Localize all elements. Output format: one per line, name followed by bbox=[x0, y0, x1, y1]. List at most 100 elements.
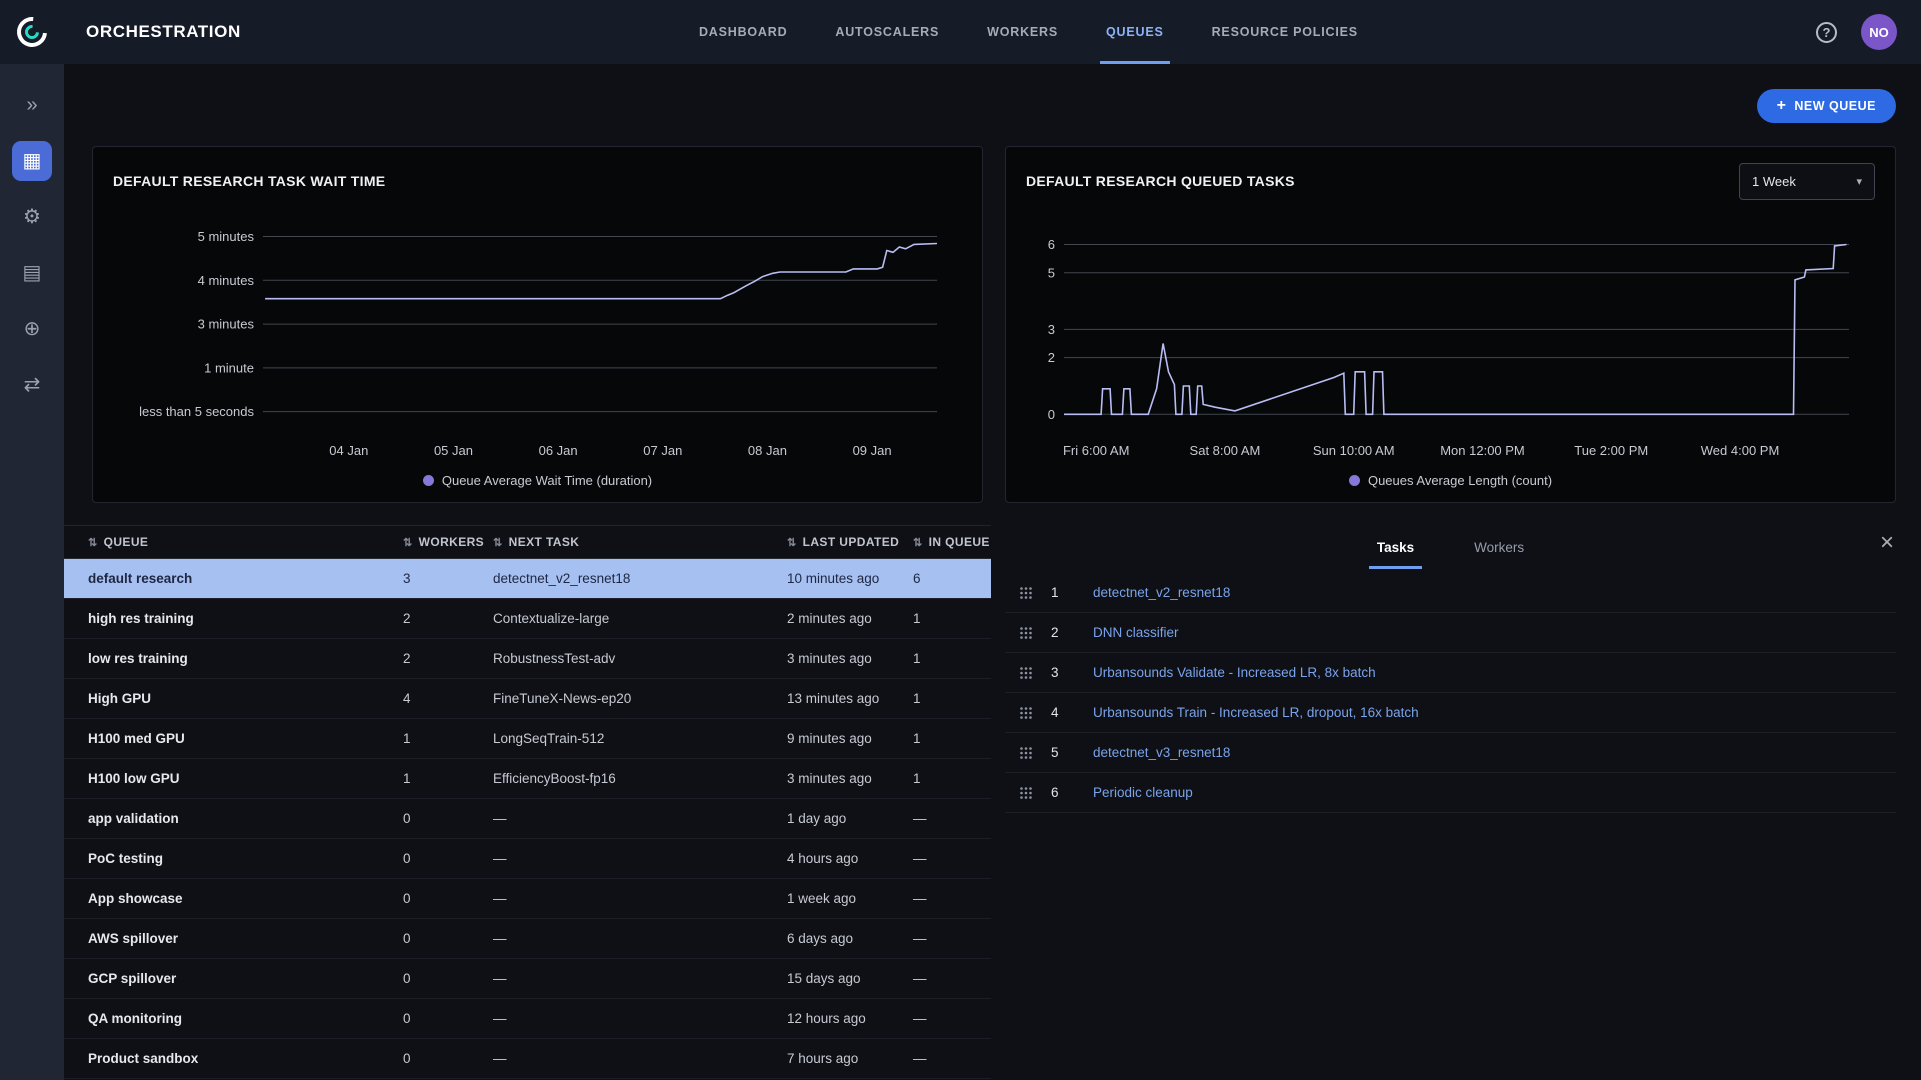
queue-row[interactable]: GCP spillover0—15 days ago— bbox=[64, 959, 991, 999]
queue-row[interactable]: app validation0—1 day ago— bbox=[64, 799, 991, 839]
task-number: 5 bbox=[1051, 745, 1073, 760]
datasets-icon: ▤ bbox=[23, 263, 42, 283]
sort-icon: ⇅ bbox=[493, 536, 503, 549]
queue-in-queue: — bbox=[907, 851, 991, 866]
queue-workers: 0 bbox=[397, 851, 487, 866]
queues-icon: ▦ bbox=[23, 151, 42, 171]
svg-text:Sat 8:00 AM: Sat 8:00 AM bbox=[1190, 443, 1261, 458]
svg-text:Wed 4:00 PM: Wed 4:00 PM bbox=[1701, 443, 1780, 458]
column-header-in-queue[interactable]: ⇅ IN QUEUE bbox=[907, 535, 991, 549]
queue-in-queue: 6 bbox=[907, 571, 991, 586]
queue-name: low res training bbox=[64, 651, 397, 666]
sidebar-item-deployments[interactable]: ⊕ bbox=[9, 306, 55, 352]
queue-in-queue: 1 bbox=[907, 731, 991, 746]
queue-next-task: detectnet_v2_resnet18 bbox=[487, 571, 781, 586]
column-header-next-task[interactable]: ⇅ NEXT TASK bbox=[487, 535, 781, 549]
help-icon[interactable]: ? bbox=[1816, 22, 1837, 43]
column-label-queue: QUEUE bbox=[104, 535, 149, 549]
time-range-select[interactable]: 1 Week ▾ bbox=[1739, 163, 1875, 200]
queue-row[interactable]: Product sandbox0—7 hours ago— bbox=[64, 1039, 991, 1079]
queue-last-updated: 3 minutes ago bbox=[781, 651, 907, 666]
queue-name: app validation bbox=[64, 811, 397, 826]
plus-icon: + bbox=[1777, 97, 1787, 115]
queue-next-task: LongSeqTrain-512 bbox=[487, 731, 781, 746]
queued-tasks-legend: Queues Average Length (count) bbox=[1026, 473, 1875, 488]
column-header-last-updated[interactable]: ⇅ LAST UPDATED bbox=[781, 535, 907, 549]
queue-next-task: — bbox=[487, 931, 781, 946]
deployments-icon: ⊕ bbox=[24, 319, 41, 339]
drag-handle-icon[interactable] bbox=[1019, 746, 1033, 760]
tab-workers[interactable]: Workers bbox=[1466, 525, 1532, 569]
queue-name: default research bbox=[64, 571, 397, 586]
task-number: 1 bbox=[1051, 585, 1073, 600]
pipelines-icon: ⇄ bbox=[24, 375, 41, 395]
column-label-last-updated: LAST UPDATED bbox=[803, 535, 900, 549]
task-link[interactable]: DNN classifier bbox=[1093, 625, 1179, 640]
drag-handle-icon[interactable] bbox=[1019, 666, 1033, 680]
queue-row[interactable]: H100 low GPU1EfficiencyBoost-fp163 minut… bbox=[64, 759, 991, 799]
svg-text:3 minutes: 3 minutes bbox=[198, 317, 255, 332]
queue-row[interactable]: App showcase0—1 week ago— bbox=[64, 879, 991, 919]
queue-last-updated: 10 minutes ago bbox=[781, 571, 907, 586]
wait-time-card-header: DEFAULT RESEARCH TASK WAIT TIME bbox=[113, 161, 962, 201]
svg-text:0: 0 bbox=[1048, 407, 1055, 422]
queue-workers: 0 bbox=[397, 811, 487, 826]
sidebar-item-queues[interactable]: ▦ bbox=[9, 138, 55, 184]
drag-handle-icon[interactable] bbox=[1019, 626, 1033, 640]
drag-handle-icon[interactable] bbox=[1019, 586, 1033, 600]
wait-time-chart: 5 minutes4 minutes3 minutes1 minuteless … bbox=[113, 203, 962, 469]
queue-last-updated: 1 day ago bbox=[781, 811, 907, 826]
queue-workers: 0 bbox=[397, 1011, 487, 1026]
queues-table: ⇅ QUEUE ⇅ WORKERS ⇅ NEXT TASK ⇅ LAST UPD… bbox=[64, 525, 991, 1079]
queue-row[interactable]: high res training2Contextualize-large2 m… bbox=[64, 599, 991, 639]
queue-row[interactable]: default research3detectnet_v2_resnet1810… bbox=[64, 559, 991, 599]
tab-tasks[interactable]: Tasks bbox=[1369, 525, 1422, 569]
clearml-logo[interactable] bbox=[0, 0, 64, 64]
queue-row[interactable]: QA monitoring0—12 hours ago— bbox=[64, 999, 991, 1039]
bottom-row: ⇅ QUEUE ⇅ WORKERS ⇅ NEXT TASK ⇅ LAST UPD… bbox=[64, 525, 1921, 1079]
queue-last-updated: 12 hours ago bbox=[781, 1011, 907, 1026]
sidebar-item-expand-sidebar[interactable]: » bbox=[9, 82, 55, 128]
tab-autoscalers[interactable]: AUTOSCALERS bbox=[835, 0, 939, 64]
top-navbar: ORCHESTRATION DASHBOARDAUTOSCALERSWORKER… bbox=[0, 0, 1921, 64]
column-label-in-queue: IN QUEUE bbox=[929, 535, 990, 549]
tab-dashboard[interactable]: DASHBOARD bbox=[699, 0, 787, 64]
queue-row[interactable]: H100 med GPU1LongSeqTrain-5129 minutes a… bbox=[64, 719, 991, 759]
sidebar-item-pipelines[interactable]: ⇄ bbox=[9, 362, 55, 408]
queue-row[interactable]: High GPU4FineTuneX-News-ep2013 minutes a… bbox=[64, 679, 991, 719]
wait-time-legend: Queue Average Wait Time (duration) bbox=[113, 473, 962, 488]
avatar[interactable]: NO bbox=[1861, 14, 1897, 50]
queue-row[interactable]: PoC testing0—4 hours ago— bbox=[64, 839, 991, 879]
column-label-workers: WORKERS bbox=[419, 535, 484, 549]
task-link[interactable]: detectnet_v2_resnet18 bbox=[1093, 585, 1230, 600]
task-link[interactable]: detectnet_v3_resnet18 bbox=[1093, 745, 1230, 760]
queue-in-queue: — bbox=[907, 1051, 991, 1066]
sidebar-item-workers[interactable]: ⚙ bbox=[9, 194, 55, 240]
task-link[interactable]: Urbansounds Validate - Increased LR, 8x … bbox=[1093, 665, 1376, 680]
tab-resource-policies[interactable]: RESOURCE POLICIES bbox=[1212, 0, 1358, 64]
task-row: 4Urbansounds Train - Increased LR, dropo… bbox=[1005, 693, 1896, 733]
wait-time-title: DEFAULT RESEARCH TASK WAIT TIME bbox=[113, 173, 385, 189]
tab-queues[interactable]: QUEUES bbox=[1106, 0, 1164, 64]
tab-workers[interactable]: WORKERS bbox=[987, 0, 1058, 64]
drag-handle-icon[interactable] bbox=[1019, 706, 1033, 720]
main-content: + NEW QUEUE DEFAULT RESEARCH TASK WAIT T… bbox=[64, 64, 1921, 1079]
close-icon[interactable]: × bbox=[1880, 531, 1894, 555]
task-link[interactable]: Urbansounds Train - Increased LR, dropou… bbox=[1093, 705, 1419, 720]
queue-table-body: default research3detectnet_v2_resnet1810… bbox=[64, 559, 991, 1079]
queue-name: high res training bbox=[64, 611, 397, 626]
queue-in-queue: 1 bbox=[907, 691, 991, 706]
column-header-queue[interactable]: ⇅ QUEUE bbox=[64, 535, 397, 549]
sidebar-item-datasets[interactable]: ▤ bbox=[9, 250, 55, 296]
queue-name: PoC testing bbox=[64, 851, 397, 866]
queue-last-updated: 3 minutes ago bbox=[781, 771, 907, 786]
column-header-workers[interactable]: ⇅ WORKERS bbox=[397, 535, 487, 549]
queue-name: Product sandbox bbox=[64, 1051, 397, 1066]
drag-handle-icon[interactable] bbox=[1019, 786, 1033, 800]
new-queue-button[interactable]: + NEW QUEUE bbox=[1757, 89, 1896, 123]
queue-row[interactable]: AWS spillover0—6 days ago— bbox=[64, 919, 991, 959]
queue-workers: 0 bbox=[397, 931, 487, 946]
queue-row[interactable]: low res training2RobustnessTest-adv3 min… bbox=[64, 639, 991, 679]
queue-last-updated: 13 minutes ago bbox=[781, 691, 907, 706]
task-link[interactable]: Periodic cleanup bbox=[1093, 785, 1193, 800]
